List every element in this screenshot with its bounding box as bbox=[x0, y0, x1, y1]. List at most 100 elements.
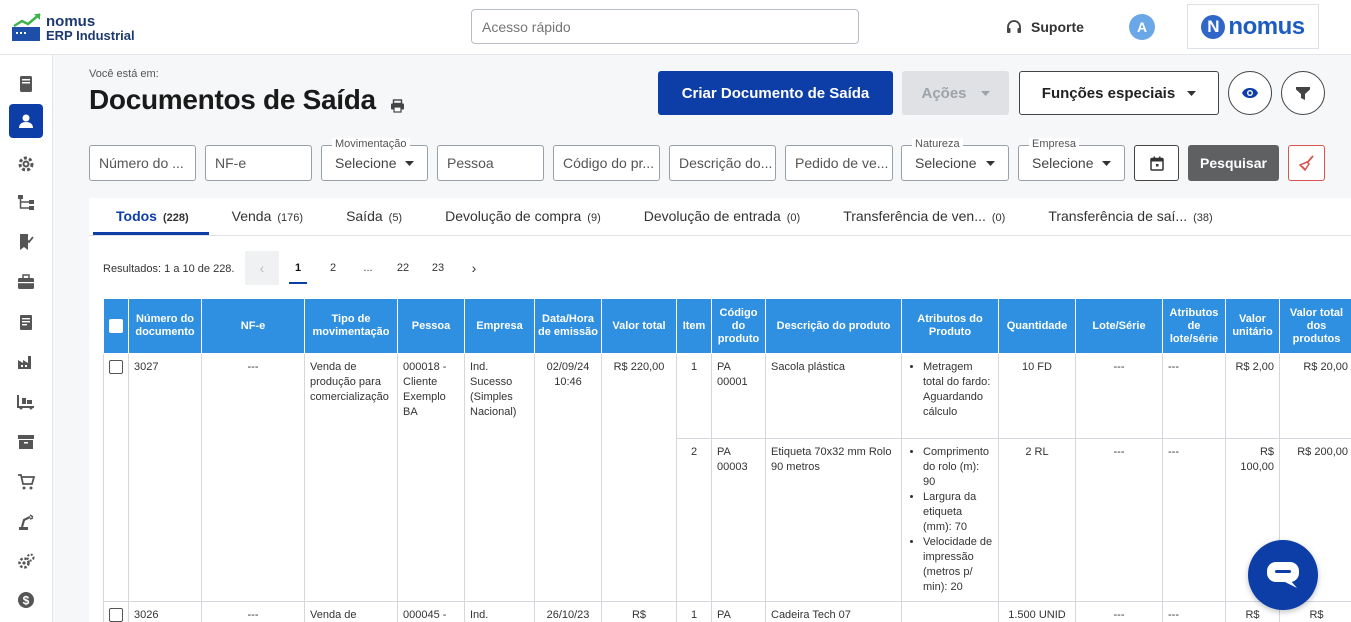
attribute-item: Velocidade de impressão (metros p/ min):… bbox=[923, 535, 993, 595]
sidebar-item-settings[interactable] bbox=[9, 147, 43, 181]
pagination-page-1[interactable]: 1 bbox=[281, 251, 315, 285]
tab-count: (0) bbox=[991, 212, 1006, 224]
print-icon[interactable] bbox=[390, 99, 405, 118]
doc-number-cell[interactable]: 3026 bbox=[128, 601, 202, 622]
column-header[interactable]: Empresa bbox=[464, 298, 535, 354]
pagination-page-22[interactable]: 22 bbox=[386, 251, 420, 285]
quick-access-input[interactable] bbox=[471, 9, 859, 44]
column-header[interactable]: Valor total dos produtos bbox=[1279, 298, 1351, 354]
column-header[interactable]: Quantidade bbox=[998, 298, 1076, 354]
filter-toggle-button[interactable] bbox=[1281, 71, 1325, 115]
doc-number-cell[interactable]: 3027 bbox=[128, 353, 202, 602]
sales-order-filter[interactable]: Pedido de ve... bbox=[785, 145, 893, 181]
row-checkbox[interactable] bbox=[109, 608, 123, 622]
sidebar-item-engineering[interactable] bbox=[9, 505, 43, 539]
top-bar: nomus ERP Industrial Suporte A N nomus bbox=[0, 0, 1351, 55]
tab-todos[interactable]: Todos (228) bbox=[93, 198, 209, 235]
column-header[interactable]: Número do documento bbox=[128, 298, 202, 354]
tab-label: Transferência de saí... bbox=[1048, 208, 1188, 224]
view-toggle-button[interactable] bbox=[1228, 71, 1272, 115]
person-icon bbox=[19, 114, 33, 128]
create-document-button[interactable]: Criar Documento de Saída bbox=[658, 71, 893, 115]
headset-icon bbox=[1007, 20, 1021, 33]
person-filter[interactable]: Pessoa bbox=[437, 145, 544, 181]
nature-value: Selecione bbox=[915, 155, 977, 171]
column-header[interactable]: Pessoa bbox=[397, 298, 465, 354]
column-header[interactable]: Descrição do produto bbox=[765, 298, 902, 354]
sidebar-item-finance[interactable]: $ bbox=[9, 583, 43, 617]
tab-transferencia-saida[interactable]: Transferência de saí... (38) bbox=[1025, 198, 1232, 235]
hierarchy-icon bbox=[18, 195, 34, 210]
special-functions-label: Funções especiais bbox=[1041, 84, 1176, 102]
pallet-icon bbox=[17, 395, 34, 410]
svg-text:$: $ bbox=[23, 594, 30, 608]
column-header[interactable]: Atributos de lote/série bbox=[1162, 298, 1226, 354]
pagination-page-23[interactable]: 23 bbox=[421, 251, 455, 285]
row-select-cell[interactable] bbox=[103, 601, 129, 622]
sidebar-item-purchases[interactable] bbox=[9, 465, 43, 499]
clear-filters-button[interactable] bbox=[1288, 145, 1325, 181]
user-avatar[interactable]: A bbox=[1129, 14, 1155, 40]
tab-label: Venda bbox=[231, 208, 272, 224]
movement-type-select[interactable]: Movimentação Selecione bbox=[321, 138, 428, 181]
factory-icon bbox=[18, 356, 31, 369]
select-all-header[interactable] bbox=[103, 298, 129, 354]
document-number-filter[interactable]: Número do ... bbox=[89, 145, 196, 181]
sidebar-item-reports[interactable] bbox=[9, 305, 43, 339]
tab-count: (38) bbox=[1193, 212, 1213, 224]
column-header[interactable]: Código do produto bbox=[711, 298, 766, 354]
column-header[interactable]: Item bbox=[676, 298, 712, 354]
column-header[interactable]: Lote/Série bbox=[1075, 298, 1163, 354]
tabs-bar: Todos (228) Venda (176) Saída (5) Devolução… bbox=[93, 198, 1233, 235]
select-all-checkbox[interactable] bbox=[109, 319, 123, 333]
column-header[interactable]: Valor total bbox=[601, 298, 677, 354]
special-functions-button[interactable]: Funções especiais bbox=[1019, 71, 1219, 115]
row-checkbox[interactable] bbox=[109, 360, 123, 375]
chat-button[interactable] bbox=[1248, 540, 1318, 610]
tab-transferencia-venda[interactable]: Transferência de ven... (0) bbox=[820, 198, 1025, 235]
lot-attributes-cell: --- bbox=[1162, 601, 1226, 622]
table-row[interactable]: 3026 --- Venda de 000045 - Ind. 26/10/23… bbox=[103, 601, 1351, 622]
tab-saida[interactable]: Saída (5) bbox=[323, 198, 422, 235]
dollar-icon: $ bbox=[18, 592, 34, 608]
row-select-cell[interactable] bbox=[103, 353, 129, 602]
column-header[interactable]: NF-e bbox=[201, 298, 305, 354]
nature-select[interactable]: Natureza Selecione bbox=[901, 138, 1009, 181]
quantity-cell: 2 RL bbox=[998, 438, 1076, 602]
eye-icon bbox=[1242, 88, 1258, 98]
breadcrumb: Você está em: bbox=[89, 68, 159, 80]
briefcase-icon bbox=[18, 274, 34, 289]
tab-venda[interactable]: Venda (176) bbox=[209, 198, 323, 235]
column-header[interactable]: Data/Hora de emissão bbox=[534, 298, 602, 354]
sidebar-item-configuration[interactable] bbox=[9, 545, 43, 579]
support-link[interactable]: Suporte bbox=[1005, 18, 1084, 36]
tab-devolucao-compra[interactable]: Devolução de compra (9) bbox=[422, 198, 621, 235]
nfe-cell: --- bbox=[201, 353, 305, 602]
product-description-filter[interactable]: Descrição do... bbox=[669, 145, 776, 181]
search-button[interactable]: Pesquisar bbox=[1188, 145, 1279, 181]
product-code-filter[interactable]: Código do pr... bbox=[553, 145, 660, 181]
sidebar-item-logistics[interactable] bbox=[9, 385, 43, 419]
product-attributes-cell: Comprimento do rolo (m): 90 Largura da e… bbox=[901, 438, 999, 602]
table-row[interactable]: 3027 --- Venda de produção para comercia… bbox=[103, 353, 1351, 602]
company-select[interactable]: Empresa Selecione bbox=[1018, 138, 1125, 181]
column-header[interactable]: Tipo de movimentação bbox=[304, 298, 398, 354]
actions-dropdown-button[interactable]: Ações bbox=[902, 71, 1009, 115]
sidebar-item-business[interactable] bbox=[9, 265, 43, 299]
sidebar-item-documents[interactable] bbox=[9, 67, 43, 101]
date-range-button[interactable] bbox=[1134, 145, 1179, 181]
sidebar-item-structure[interactable] bbox=[9, 185, 43, 219]
pagination-next-button[interactable]: › bbox=[457, 251, 491, 285]
column-header[interactable]: Valor unitário bbox=[1225, 298, 1280, 354]
sidebar-item-people[interactable] bbox=[9, 104, 43, 138]
column-header[interactable]: Atributos do Produto bbox=[901, 298, 999, 354]
tab-devolucao-entrada[interactable]: Devolução de entrada (0) bbox=[621, 198, 820, 235]
nfe-filter[interactable]: NF-e bbox=[205, 145, 312, 181]
pagination-prev-button[interactable]: ‹ bbox=[245, 251, 279, 285]
nomus-erp-logo[interactable]: nomus ERP Industrial bbox=[12, 12, 142, 44]
sidebar-item-production[interactable] bbox=[9, 345, 43, 379]
sidebar-item-bookmarks[interactable] bbox=[9, 225, 43, 259]
pagination-page-2[interactable]: 2 bbox=[316, 251, 350, 285]
product-attributes-cell bbox=[901, 601, 999, 622]
sidebar-item-stock[interactable] bbox=[9, 425, 43, 459]
